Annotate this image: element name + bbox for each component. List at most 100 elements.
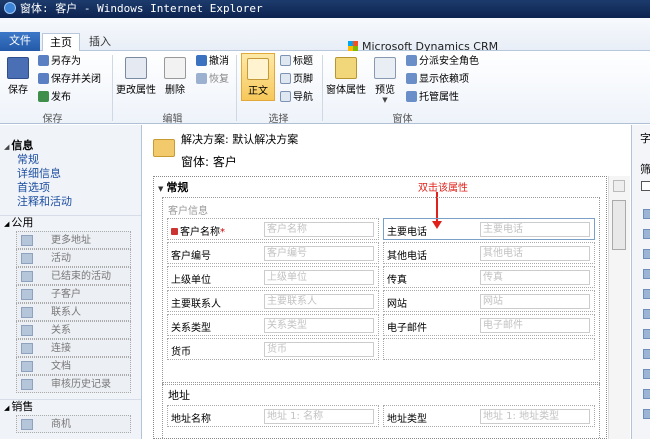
nav-link-general[interactable]: 常规 bbox=[0, 153, 141, 167]
redo-icon bbox=[196, 73, 207, 84]
accounts-icon bbox=[21, 289, 33, 300]
tab-insert[interactable]: 插入 bbox=[84, 33, 116, 51]
field-currency[interactable]: 货币 货币 bbox=[167, 338, 379, 360]
footer-button[interactable]: 页脚 bbox=[280, 73, 313, 87]
show-dependencies-button[interactable]: 显示依赖项 bbox=[406, 73, 469, 87]
field-icon[interactable] bbox=[643, 209, 650, 219]
redo-button[interactable]: 恢复 bbox=[196, 73, 229, 87]
save-close-button[interactable]: 保存并关闭 bbox=[38, 73, 101, 87]
navigation-button[interactable]: 导航 bbox=[280, 91, 313, 105]
filter-checkbox[interactable] bbox=[641, 181, 650, 191]
window-title: 窗体: 客户 - Windows Internet Explorer bbox=[20, 2, 263, 15]
field-placeholder: 传真 bbox=[480, 270, 590, 285]
field-relationship-type[interactable]: 关系类型 关系类型 bbox=[167, 314, 379, 336]
section-account-info[interactable]: 客户信息 客户名称* 客户名称 客户编号 客户编号 上级单位 上级单位 主要联系… bbox=[162, 197, 600, 385]
field-placeholder: 地址 1: 地址类型 bbox=[480, 409, 590, 424]
nav-link-details[interactable]: 详细信息 bbox=[0, 167, 141, 181]
field-other-phone[interactable]: 其他电话 其他电话 bbox=[383, 242, 595, 264]
ribbon-tab-row: 文件 主页 插入 Microsoft Dynamics CRM bbox=[0, 18, 650, 53]
preview-button[interactable]: 预览 ▼ bbox=[372, 57, 398, 104]
field-icon[interactable] bbox=[643, 289, 650, 299]
header-icon bbox=[280, 55, 291, 66]
nav-item-connections[interactable]: 连接 bbox=[16, 339, 131, 357]
field-address-name[interactable]: 地址名称 地址 1: 名称 bbox=[167, 405, 379, 427]
field-icon[interactable] bbox=[643, 269, 650, 279]
nav-item-opportunities[interactable]: 商机 bbox=[16, 415, 131, 433]
ribbon: 保存 另存为 保存并关闭 发布 保存 更改属性 删除 撤消 恢复 编辑 正文 标… bbox=[0, 51, 650, 125]
change-properties-button[interactable]: 更改属性 bbox=[116, 57, 156, 96]
section-address[interactable]: 地址 地址名称 地址 1: 名称 地址类型 地址 1: 地址类型 bbox=[162, 382, 600, 438]
field-icon[interactable] bbox=[643, 329, 650, 339]
field-label: 主要联系人 bbox=[171, 299, 221, 310]
field-icon[interactable] bbox=[643, 229, 650, 239]
nav-link-preferences[interactable]: 首选项 bbox=[0, 181, 141, 195]
closed-activities-icon bbox=[21, 271, 33, 282]
field-icon[interactable] bbox=[643, 309, 650, 319]
field-placeholder: 上级单位 bbox=[264, 270, 374, 285]
field-parent-account[interactable]: 上级单位 上级单位 bbox=[167, 266, 379, 288]
managed-properties-icon bbox=[406, 91, 417, 102]
section-title: 客户信息 bbox=[168, 206, 208, 217]
nav-item-more-addresses[interactable]: 更多地址 bbox=[16, 231, 131, 249]
save-as-button[interactable]: 另存为 bbox=[38, 55, 81, 69]
field-label: 地址类型 bbox=[387, 414, 427, 425]
field-placeholder: 网站 bbox=[480, 294, 590, 309]
connections-icon bbox=[21, 343, 33, 354]
nav-section-info[interactable]: ◢ 信息 bbox=[0, 125, 141, 153]
tab-file[interactable]: 文件 bbox=[0, 32, 40, 51]
field-account-number[interactable]: 客户编号 客户编号 bbox=[167, 242, 379, 264]
dependencies-icon bbox=[406, 73, 417, 84]
header-button[interactable]: 标题 bbox=[280, 55, 313, 69]
filter-label: 筛 bbox=[640, 163, 650, 176]
properties-icon bbox=[125, 57, 147, 79]
tab-general-title[interactable]: ▼ 常规 bbox=[158, 179, 188, 195]
field-icon[interactable] bbox=[643, 349, 650, 359]
save-button[interactable]: 保存 bbox=[5, 57, 31, 96]
field-icon[interactable] bbox=[643, 409, 650, 419]
field-main-phone[interactable]: 主要电话 主要电话 bbox=[383, 218, 595, 240]
group-label-form: 窗体 bbox=[392, 114, 413, 125]
field-label: 其他电话 bbox=[387, 251, 427, 262]
field-email[interactable]: 电子邮件 电子邮件 bbox=[383, 314, 595, 336]
nav-item-closed-activities[interactable]: 已结束的活动 bbox=[16, 267, 131, 285]
nav-link-notes[interactable]: 注释和活动 bbox=[0, 195, 141, 209]
field-primary-contact[interactable]: 主要联系人 主要联系人 bbox=[167, 290, 379, 312]
canvas-scrollbar[interactable] bbox=[608, 176, 630, 439]
tab-home[interactable]: 主页 bbox=[42, 33, 80, 51]
nav-item-audit-history[interactable]: 审核历史记录 bbox=[16, 375, 131, 393]
nav-item-relationships[interactable]: 关系 bbox=[16, 321, 131, 339]
save-icon bbox=[7, 57, 29, 79]
scroll-thumb[interactable] bbox=[612, 200, 626, 250]
field-placeholder: 客户编号 bbox=[264, 246, 374, 261]
form-entity-name: 窗体: 客户 bbox=[181, 155, 237, 169]
field-icon[interactable] bbox=[643, 389, 650, 399]
navigation-icon bbox=[280, 91, 291, 102]
body-button[interactable]: 正文 bbox=[241, 53, 275, 101]
nav-item-contacts[interactable]: 联系人 bbox=[16, 303, 131, 321]
undo-button[interactable]: 撤消 bbox=[196, 55, 229, 69]
form-properties-button[interactable]: 窗体属性 bbox=[326, 57, 366, 96]
ribbon-separator bbox=[236, 55, 237, 121]
assign-security-roles-button[interactable]: 分派安全角色 bbox=[406, 55, 479, 69]
delete-button[interactable]: 删除 bbox=[162, 57, 188, 96]
field-explorer-pane: 字 筛 bbox=[631, 125, 650, 439]
managed-properties-button[interactable]: 托管属性 bbox=[406, 91, 459, 105]
nav-item-sub-accounts[interactable]: 子客户 bbox=[16, 285, 131, 303]
nav-section-common[interactable]: ◢ 公用 bbox=[0, 215, 141, 231]
field-website[interactable]: 网站 网站 bbox=[383, 290, 595, 312]
empty-cell bbox=[383, 338, 595, 360]
nav-item-documents[interactable]: 文档 bbox=[16, 357, 131, 375]
form-header: 解决方案: 默认解决方案 窗体: 客户 bbox=[143, 125, 630, 175]
scroll-up-icon[interactable] bbox=[613, 180, 625, 192]
field-fax[interactable]: 传真 传真 bbox=[383, 266, 595, 288]
field-address-type[interactable]: 地址类型 地址 1: 地址类型 bbox=[383, 405, 595, 427]
solution-name: 解决方案: 默认解决方案 bbox=[181, 133, 299, 146]
ribbon-separator bbox=[322, 55, 323, 121]
field-icon[interactable] bbox=[643, 249, 650, 259]
field-account-name[interactable]: 客户名称* 客户名称 bbox=[167, 218, 379, 240]
field-label: 电子邮件 bbox=[387, 323, 427, 334]
nav-section-sales[interactable]: ◢ 销售 bbox=[0, 399, 141, 415]
field-icon[interactable] bbox=[643, 369, 650, 379]
publish-button[interactable]: 发布 bbox=[38, 91, 71, 105]
nav-item-activities[interactable]: 活动 bbox=[16, 249, 131, 267]
